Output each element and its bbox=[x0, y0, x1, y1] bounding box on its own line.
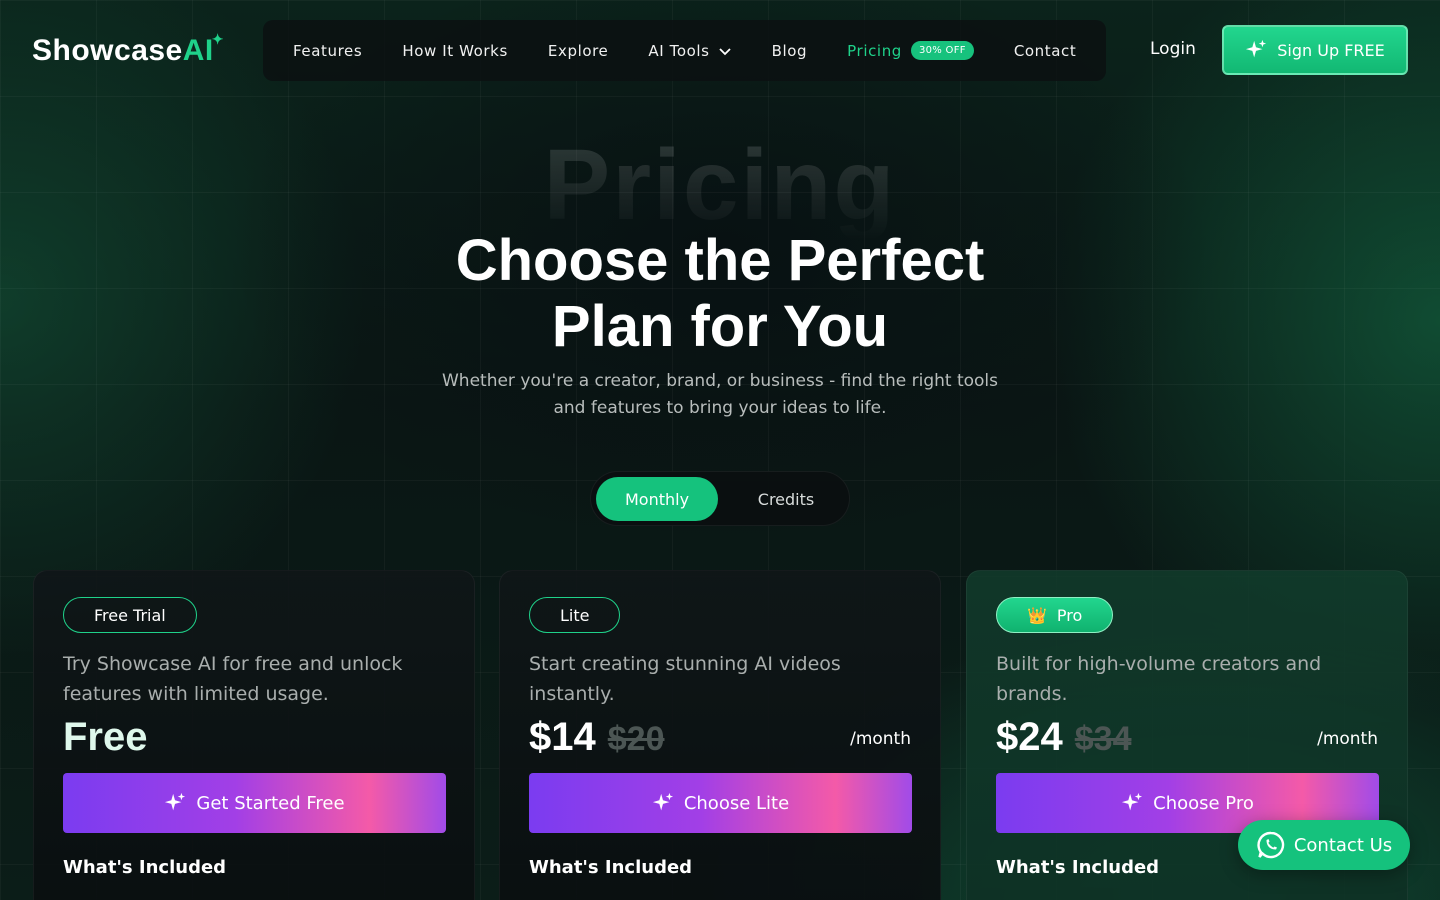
included-heading: What's Included bbox=[529, 857, 693, 878]
plan-tag: Free Trial bbox=[63, 597, 197, 633]
nav-label: Pricing bbox=[847, 41, 902, 60]
nav-item-contact[interactable]: Contact bbox=[1014, 42, 1077, 60]
nav-item-ai-tools[interactable]: AI Tools bbox=[648, 42, 731, 60]
plan-price: $24 $34 bbox=[996, 715, 1131, 760]
nav-item-blog[interactable]: Blog bbox=[772, 42, 808, 60]
logo-play-o: o bbox=[71, 34, 91, 67]
nav-item-how-it-works[interactable]: How It Works bbox=[402, 42, 508, 60]
plan-price: $14 $20 bbox=[529, 715, 664, 760]
price-value: Free bbox=[63, 715, 148, 759]
crown-icon: 👑 bbox=[1027, 605, 1047, 625]
nav-label: How It Works bbox=[402, 41, 508, 60]
plan-tag: Lite bbox=[529, 597, 621, 633]
nav-label: Features bbox=[293, 41, 363, 60]
plan-tag-label: Pro bbox=[1056, 605, 1083, 625]
logo-spark-icon: ✦ bbox=[211, 31, 224, 47]
contact-us-button[interactable]: Contact Us bbox=[1238, 820, 1410, 870]
subtitle-line: Whether you're a creator, brand, or busi… bbox=[441, 371, 999, 391]
included-heading: What's Included bbox=[996, 857, 1160, 878]
toggle-credits[interactable]: Credits bbox=[726, 477, 846, 521]
plan-description: Try Showcase AI for free and unlock feat… bbox=[63, 653, 403, 705]
sparkle-icon bbox=[165, 792, 186, 811]
nav-label: Contact bbox=[1013, 41, 1077, 60]
plan-card-lite: Lite Start creating stunning AI videos i… bbox=[499, 570, 941, 900]
price-period: /month bbox=[1317, 729, 1378, 749]
price-period: /month bbox=[850, 729, 911, 749]
nav-label: AI Tools bbox=[648, 41, 710, 60]
choose-lite-button[interactable]: Choose Lite bbox=[529, 773, 912, 833]
sparkle-icon bbox=[1122, 792, 1143, 811]
price-value: $14 bbox=[529, 715, 596, 759]
nav-label: Explore bbox=[547, 41, 609, 60]
subtitle-line: and features to bring your ideas to life… bbox=[553, 398, 887, 418]
cta-label: Choose Pro bbox=[1153, 792, 1254, 814]
logo-text-prefix: Sh bbox=[32, 34, 72, 67]
cta-label: Choose Lite bbox=[683, 792, 790, 814]
get-started-free-button[interactable]: Get Started Free bbox=[63, 773, 446, 833]
discount-badge: 30% OFF bbox=[910, 41, 974, 60]
plan-price: Free bbox=[63, 715, 148, 760]
plan-description: Built for high-volume creators and brand… bbox=[996, 653, 1322, 705]
old-price: $20 bbox=[607, 720, 665, 758]
logo-text-ai: AI bbox=[182, 34, 214, 67]
logo[interactable]: Sh o wcase AI ✦ bbox=[32, 31, 224, 68]
logo-text-mid: wcase bbox=[90, 34, 183, 67]
whatsapp-icon bbox=[1257, 831, 1284, 859]
cta-label: Get Started Free bbox=[196, 792, 345, 814]
nav-item-explore[interactable]: Explore bbox=[548, 42, 609, 60]
signup-button[interactable]: Sign Up FREE bbox=[1222, 25, 1408, 75]
hero-ghost-title: Pricing bbox=[0, 128, 1440, 243]
signup-label: Sign Up FREE bbox=[1277, 40, 1385, 60]
plan-description: Start creating stunning AI videos instan… bbox=[529, 653, 841, 705]
nav-item-pricing[interactable]: Pricing 30% OFF bbox=[847, 41, 974, 60]
main-nav: Features How It Works Explore AI Tools B… bbox=[263, 20, 1106, 81]
nav-item-features[interactable]: Features bbox=[293, 42, 362, 60]
included-heading: What's Included bbox=[63, 857, 227, 878]
sparkle-icon bbox=[1246, 39, 1267, 58]
login-link[interactable]: Login bbox=[1150, 39, 1196, 59]
old-price: $34 bbox=[1074, 720, 1132, 758]
plan-tag: 👑 Pro bbox=[996, 597, 1114, 633]
nav-label: Blog bbox=[771, 41, 808, 60]
page-title: Choose the Perfect Plan for You bbox=[0, 228, 1440, 360]
sparkle-icon bbox=[652, 792, 673, 811]
price-value: $24 bbox=[996, 715, 1063, 759]
contact-us-label: Contact Us bbox=[1293, 834, 1393, 856]
toggle-monthly[interactable]: Monthly bbox=[596, 477, 718, 521]
hero-subtitle: Whether you're a creator, brand, or busi… bbox=[420, 368, 1020, 422]
chevron-down-icon bbox=[718, 47, 731, 55]
title-line: Plan for You bbox=[551, 294, 889, 359]
plan-card-free: Free Trial Try Showcase AI for free and … bbox=[33, 570, 475, 900]
title-line: Choose the Perfect bbox=[455, 228, 985, 293]
billing-toggle: Monthly Credits bbox=[590, 471, 850, 526]
